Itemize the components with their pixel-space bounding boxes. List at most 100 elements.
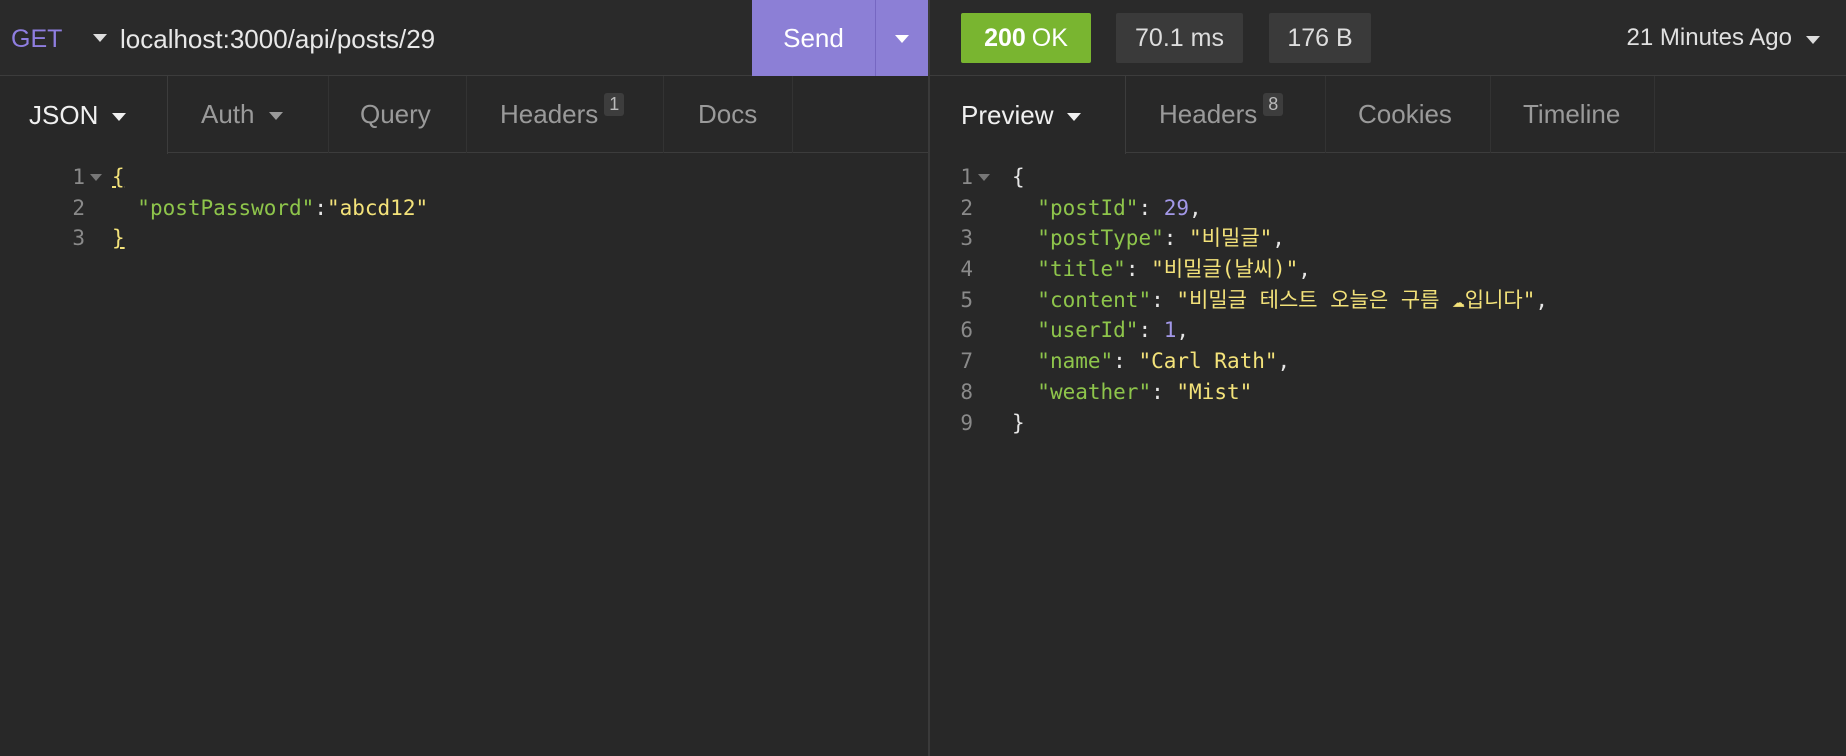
line-number: 6 xyxy=(918,315,990,346)
response-body-viewer[interactable]: { "postId": 29, "postType": "비밀글", "titl… xyxy=(1012,162,1832,438)
line-number: 7 xyxy=(918,346,990,377)
tab-caret-icon xyxy=(268,112,283,120)
tab-headers[interactable]: Headers 1 xyxy=(500,76,625,153)
tab-preview[interactable]: Preview xyxy=(930,76,1126,154)
line-number: 4 xyxy=(918,254,990,285)
line-number-text: 1 xyxy=(960,165,973,189)
json-punctuation: : xyxy=(1125,257,1152,282)
line-number: 2 xyxy=(918,193,990,224)
response-line-numbers: 1 2 3 4 5 6 7 8 9 xyxy=(918,162,990,438)
response-tabs: Preview Headers 8 Cookies Timeline xyxy=(930,76,1846,154)
json-string: "비밀글 테스트 오늘은 구름 ☁입니다" xyxy=(1176,287,1536,312)
code-line: "title": "비밀글(날씨)", xyxy=(1012,254,1832,285)
fold-caret-icon[interactable] xyxy=(978,174,990,181)
json-punctuation xyxy=(1012,380,1037,404)
json-punctuation: , xyxy=(1535,287,1549,312)
json-string: "abcd12" xyxy=(326,195,429,220)
http-method-select[interactable]: GET xyxy=(11,25,62,54)
json-punctuation xyxy=(1012,257,1037,281)
json-punctuation: { xyxy=(112,165,125,189)
tab-auth[interactable]: Auth xyxy=(201,76,283,153)
line-number: 2 xyxy=(30,193,102,224)
tab-separator xyxy=(328,76,329,153)
line-number: 8 xyxy=(918,377,990,408)
json-key: "name" xyxy=(1037,349,1114,374)
status-text: OK xyxy=(1031,23,1068,52)
headers-count-badge: 8 xyxy=(1263,93,1284,116)
code-line: "userId": 1, xyxy=(1012,315,1832,346)
line-number: 3 xyxy=(30,223,102,254)
json-number: 29 xyxy=(1163,195,1190,220)
json-key: "title" xyxy=(1037,257,1126,282)
line-number: 9 xyxy=(918,408,990,439)
tab-label: JSON xyxy=(29,99,99,130)
json-punctuation: : xyxy=(1151,287,1177,312)
response-history-dropdown[interactable]: 21 Minutes Ago xyxy=(1627,24,1820,52)
json-punctuation xyxy=(112,196,137,220)
api-client-window: GET localhost:3000/api/posts/29 Send JSO… xyxy=(0,0,1846,756)
line-number-text: 2 xyxy=(960,195,973,220)
json-string: "비밀글" xyxy=(1189,226,1273,251)
line-number: 1 xyxy=(30,162,102,193)
line-number-text: 2 xyxy=(72,195,85,220)
json-punctuation: , xyxy=(1176,318,1190,343)
json-number: 1 xyxy=(1163,318,1177,343)
code-line: { xyxy=(112,162,912,193)
line-number: 1 xyxy=(918,162,990,193)
tab-timeline[interactable]: Timeline xyxy=(1523,76,1620,153)
json-key: "userId" xyxy=(1037,318,1139,343)
json-punctuation: , xyxy=(1277,349,1291,374)
tab-docs[interactable]: Docs xyxy=(698,76,757,153)
tab-separator xyxy=(1490,76,1491,153)
json-punctuation: : xyxy=(1163,226,1190,251)
json-punctuation: } xyxy=(1012,410,1025,435)
json-punctuation: { xyxy=(1012,165,1025,189)
line-number-text: 3 xyxy=(960,226,973,251)
tab-separator xyxy=(1325,76,1326,153)
json-punctuation xyxy=(1012,288,1037,312)
tab-label: Auth xyxy=(201,99,255,129)
code-line: } xyxy=(112,223,912,254)
line-number: 3 xyxy=(918,223,990,254)
line-number-text: 8 xyxy=(960,379,973,404)
request-tabs: JSON Auth Query Headers 1 Docs xyxy=(0,76,928,154)
tab-query[interactable]: Query xyxy=(360,76,431,153)
json-punctuation: : xyxy=(314,195,327,220)
json-key: "postPassword" xyxy=(137,195,315,220)
tab-label: Headers xyxy=(1159,99,1258,129)
line-number-text: 3 xyxy=(72,226,85,251)
tab-separator xyxy=(663,76,664,153)
method-caret-icon[interactable] xyxy=(93,34,107,42)
fold-caret-icon[interactable] xyxy=(90,174,102,181)
tab-response-headers[interactable]: Headers 8 xyxy=(1159,76,1284,153)
send-button[interactable]: Send xyxy=(752,0,876,76)
json-string: "비밀글(날씨)" xyxy=(1151,257,1299,282)
line-number-text: 4 xyxy=(960,257,973,282)
code-line: "postPassword":"abcd12" xyxy=(112,193,912,224)
code-line: "name": "Carl Rath", xyxy=(1012,346,1832,377)
line-number-text: 9 xyxy=(960,410,973,435)
response-status-bar: 200 OK 70.1 ms 176 B 21 Minutes Ago xyxy=(930,0,1846,76)
tab-separator xyxy=(1654,76,1655,153)
json-punctuation: : xyxy=(1138,318,1164,343)
send-options-button[interactable] xyxy=(876,0,928,76)
tab-label: Preview xyxy=(961,99,1054,130)
status-badge: 200 OK xyxy=(961,13,1091,63)
tab-caret-icon xyxy=(112,112,127,121)
headers-count-badge: 1 xyxy=(604,93,625,116)
line-number-text: 6 xyxy=(960,318,973,343)
json-punctuation: : xyxy=(1138,195,1164,220)
received-caret-icon xyxy=(1806,35,1820,44)
url-input[interactable]: localhost:3000/api/posts/29 xyxy=(120,24,435,55)
request-body-editor[interactable]: { "postPassword":"abcd12"} xyxy=(112,162,912,254)
code-line: "content": "비밀글 테스트 오늘은 구름 ☁입니다", xyxy=(1012,285,1832,316)
json-punctuation: : xyxy=(1151,379,1177,404)
request-pane: GET localhost:3000/api/posts/29 Send JSO… xyxy=(0,0,928,756)
request-line-numbers: 1 2 3 xyxy=(30,162,102,254)
tab-cookies[interactable]: Cookies xyxy=(1358,76,1452,153)
tab-json[interactable]: JSON xyxy=(0,76,168,154)
status-code: 200 xyxy=(984,23,1026,52)
code-line: "postType": "비밀글", xyxy=(1012,223,1832,254)
line-number: 5 xyxy=(918,285,990,316)
line-number-text: 7 xyxy=(960,349,973,374)
